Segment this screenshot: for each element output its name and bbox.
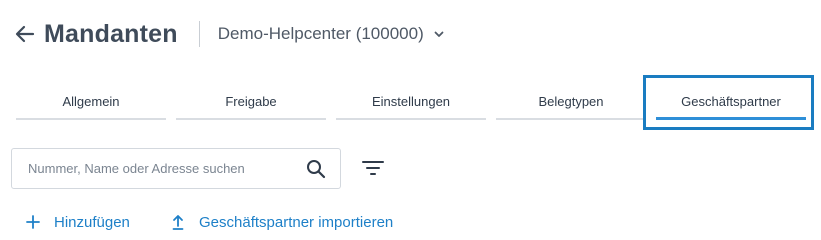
import-label: Geschäftspartner importieren (199, 213, 394, 231)
tab-label: Allgemein (62, 94, 120, 109)
tab-label: Geschäftspartner (681, 94, 781, 109)
header-divider (198, 21, 200, 47)
chevron-down-icon (434, 31, 444, 38)
tab-allgemein[interactable]: Allgemein (16, 88, 166, 120)
tab-label: Einstellungen (371, 94, 451, 109)
tenant-selector[interactable]: Demo-Helpcenter (100000) (218, 24, 444, 44)
tab-belegtypen[interactable]: Belegtypen (496, 88, 646, 120)
tab-underline (16, 118, 166, 120)
page: Mandanten Demo-Helpcenter (100000) Allge… (0, 0, 821, 240)
import-button[interactable]: Geschäftspartner importieren (171, 211, 393, 233)
filter-icon (362, 161, 384, 175)
tab-einstellungen[interactable]: Einstellungen (336, 88, 486, 120)
search-box (11, 148, 341, 189)
search-input[interactable] (26, 160, 304, 177)
tab-underline (176, 118, 326, 120)
tab-geschaeftspartner[interactable]: Geschäftspartner (656, 88, 806, 120)
search-icon[interactable] (304, 157, 328, 181)
tenant-name: Demo-Helpcenter (100000) (217, 24, 424, 43)
tab-underline (336, 118, 486, 120)
plus-icon (26, 213, 40, 231)
filter-button[interactable] (360, 157, 386, 179)
add-label: Hinzufügen (54, 213, 130, 231)
page-header: Mandanten Demo-Helpcenter (100000) (12, 14, 444, 54)
upload-icon (171, 213, 185, 231)
tab-freigabe[interactable]: Freigabe (176, 88, 326, 120)
back-button[interactable] (12, 21, 38, 47)
tab-underline-active (656, 117, 806, 120)
tab-label: Belegtypen (538, 94, 604, 109)
add-button[interactable]: Hinzufügen (26, 211, 130, 233)
tab-underline (496, 118, 646, 120)
arrow-left-icon (15, 25, 35, 43)
tab-label: Freigabe (225, 94, 277, 109)
page-title: Mandanten (44, 19, 178, 48)
